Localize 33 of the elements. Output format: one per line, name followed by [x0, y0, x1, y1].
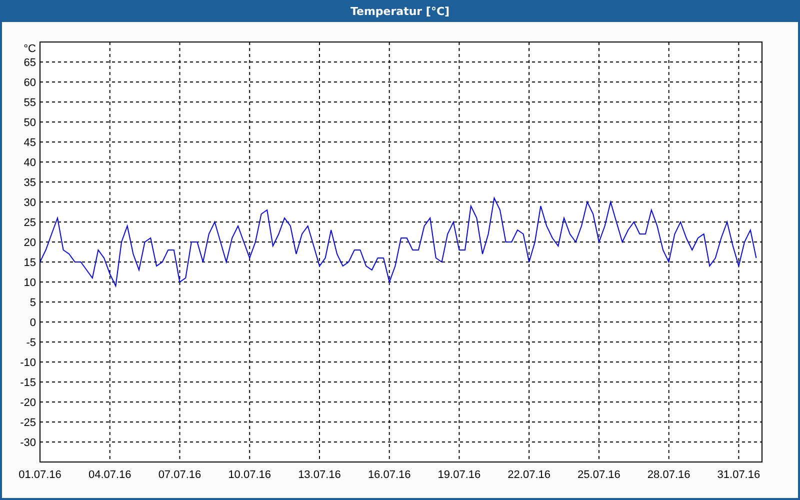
x-tick-label: 01.07.16 — [18, 469, 62, 481]
x-tick-label: 07.07.16 — [158, 469, 202, 481]
y-tick-label: 35 — [24, 177, 36, 189]
y-tick-label: 60 — [24, 77, 36, 89]
x-tick-label: 04.07.16 — [88, 469, 132, 481]
y-tick-label: 65 — [24, 57, 36, 69]
window-title: Temperatur [°C] — [350, 4, 450, 18]
x-tick-label: 31.07.16 — [717, 469, 760, 481]
x-tick-label: 16.07.16 — [368, 469, 411, 481]
y-tick-label: -20 — [20, 397, 36, 409]
y-tick-label: 5 — [30, 297, 36, 309]
x-tick-label: 13.07.16 — [298, 469, 341, 481]
y-tick-label: -5 — [26, 337, 36, 349]
y-tick-label: 0 — [30, 317, 36, 329]
y-tick-label: 45 — [24, 137, 36, 149]
y-tick-label: 15 — [24, 257, 36, 269]
y-tick-label: 10 — [24, 277, 36, 289]
y-tick-label: 30 — [24, 197, 36, 209]
x-tick-label: 25.07.16 — [578, 469, 620, 481]
y-tick-label: 55 — [24, 97, 36, 109]
y-tick-label: 40 — [24, 157, 36, 169]
x-tick-label: 22.07.16 — [508, 469, 550, 481]
y-axis-unit: °C — [24, 43, 36, 55]
y-tick-label: -30 — [20, 437, 36, 449]
y-tick-label: -15 — [20, 377, 36, 389]
y-tick-label: 20 — [24, 237, 36, 249]
y-tick-label: 25 — [24, 217, 36, 229]
x-tick-label: 10.07.16 — [228, 469, 272, 481]
y-tick-label: 50 — [24, 117, 36, 129]
x-tick-label: 28.07.16 — [647, 469, 690, 481]
y-tick-label: -10 — [20, 357, 36, 369]
x-tick-label: 19.07.16 — [438, 469, 481, 481]
y-tick-label: -25 — [20, 417, 36, 429]
